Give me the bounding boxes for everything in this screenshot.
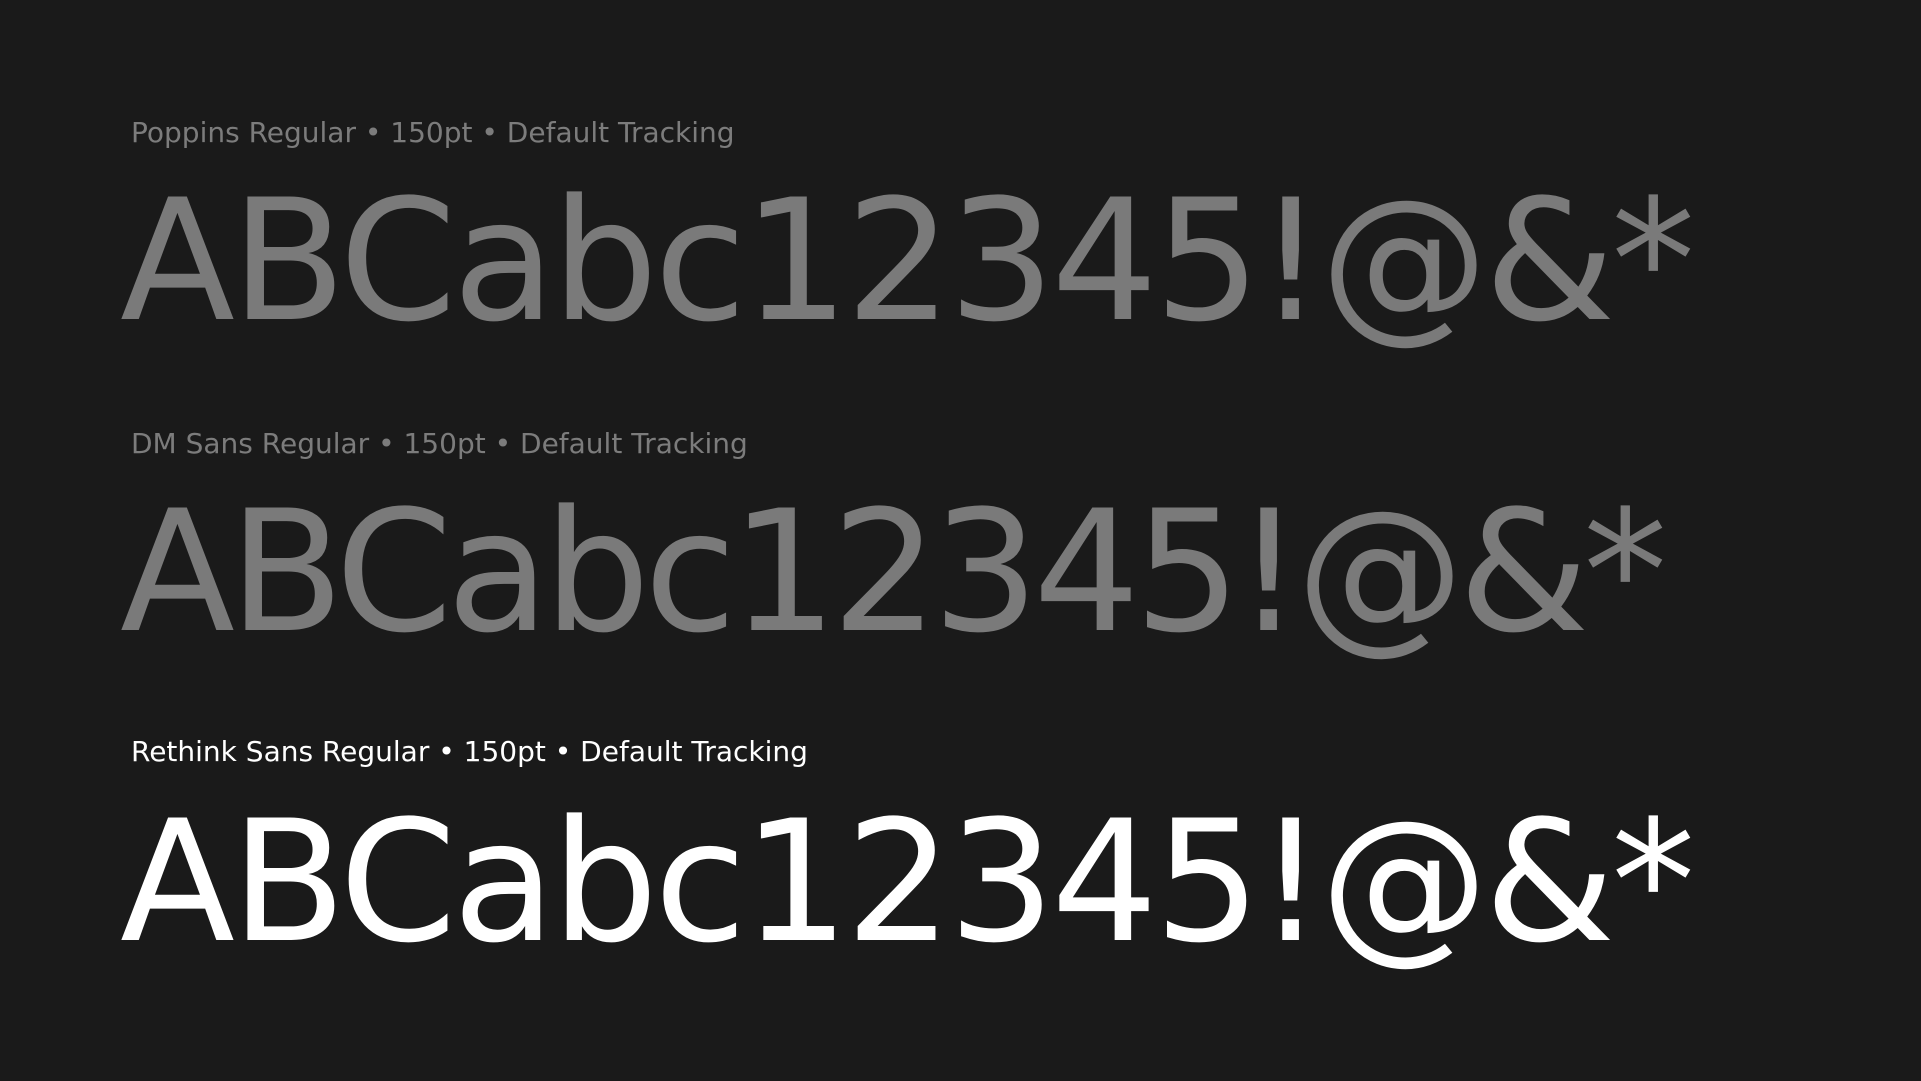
specimen-caption: Poppins Regular • 150pt • Default Tracki… xyxy=(131,116,735,149)
specimen-sample-text: ABCabc12345!@&* xyxy=(120,163,1695,359)
specimen-sample-text: ABCabc12345!@&* xyxy=(120,784,1695,980)
specimen-caption: Rethink Sans Regular • 150pt • Default T… xyxy=(131,735,808,768)
specimen-caption: DM Sans Regular • 150pt • Default Tracki… xyxy=(131,427,748,460)
specimen-sample-text: ABCabc12345!@&* xyxy=(120,474,1667,670)
